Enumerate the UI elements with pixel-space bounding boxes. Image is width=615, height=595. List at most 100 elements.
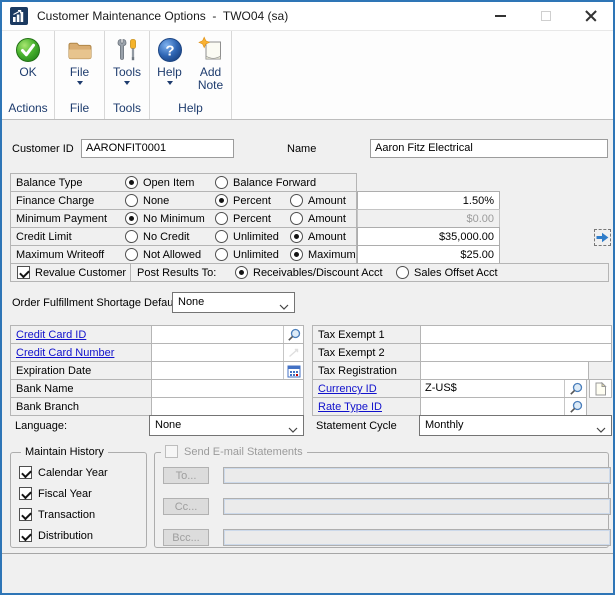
toolbar-spacer — [232, 31, 613, 119]
tools-menu-button[interactable]: Tools — [105, 36, 149, 85]
checkbox-label: Distribution — [38, 530, 93, 542]
fiscal-year-checkbox[interactable]: Fiscal Year — [19, 487, 92, 500]
rate-type-id-lookup-button[interactable] — [564, 398, 586, 415]
close-button[interactable] — [568, 2, 613, 30]
currency-id-link[interactable]: Currency ID — [318, 383, 377, 395]
bank-branch-row: Bank Branch — [10, 397, 304, 416]
expiration-date-calendar-button[interactable] — [283, 362, 303, 379]
credit-card-number-link[interactable]: Credit Card Number — [16, 347, 114, 359]
rate-type-id-link[interactable]: Rate Type ID — [318, 401, 382, 413]
radio-selected-icon — [235, 266, 248, 279]
minimum-payment-no-minimum-radio[interactable]: No Minimum — [125, 212, 205, 225]
name-field[interactable]: Aaron Fitz Electrical — [370, 139, 608, 158]
credit-card-id-link[interactable]: Credit Card ID — [16, 329, 86, 341]
currency-id-field[interactable]: Z-US$ — [420, 380, 586, 397]
radio-selected-icon — [215, 194, 228, 207]
calendar-icon — [287, 364, 301, 378]
help-menu-button[interactable]: ? Help — [150, 36, 190, 85]
file-menu-button[interactable]: File — [58, 36, 102, 85]
add-note-button[interactable]: AddNote — [190, 36, 232, 92]
send-email-statements-checkbox[interactable] — [165, 445, 178, 458]
send-email-statements-group: Send E-mail Statements To... Cc... Bcc..… — [154, 452, 609, 548]
revalue-customer-checkbox[interactable]: Revalue Customer — [17, 266, 126, 279]
rate-type-id-field[interactable] — [420, 398, 586, 415]
post-results-sales-offset-radio[interactable]: Sales Offset Acct — [396, 266, 498, 279]
credit-limit-value-field[interactable]: $35,000.00 — [357, 227, 500, 246]
maximum-writeoff-label: Maximum Writeoff — [16, 249, 104, 261]
balance-type-open-item-radio[interactable]: Open Item — [125, 176, 194, 189]
order-fulfillment-label: Order Fulfillment Shortage Default — [12, 297, 179, 309]
finance-charge-value-field[interactable]: 1.50% — [357, 191, 500, 210]
grayed-icon — [287, 346, 301, 360]
finance-charge-amount-radio[interactable]: Amount — [290, 194, 346, 207]
help-dropdown-arrow-icon — [167, 81, 173, 85]
expiration-date-field[interactable] — [151, 362, 303, 379]
finance-charge-none-radio[interactable]: None — [125, 194, 169, 207]
language-dropdown[interactable]: None — [149, 415, 304, 436]
close-icon — [585, 10, 597, 22]
customer-id-field[interactable]: AARONFIT0001 — [81, 139, 234, 158]
distribution-checkbox[interactable]: Distribution — [19, 529, 93, 542]
radio-label: No Minimum — [143, 213, 205, 225]
divider — [130, 264, 131, 281]
folder-icon — [66, 36, 94, 64]
chevron-down-icon — [596, 424, 606, 436]
tools-icon — [113, 36, 141, 64]
toolbar-group-help-label: Help — [178, 100, 203, 119]
credit-card-id-field[interactable] — [151, 326, 303, 343]
rate-type-id-row: Rate Type ID — [312, 397, 587, 416]
tax-exempt-2-field[interactable] — [420, 344, 611, 361]
order-fulfillment-dropdown[interactable]: None — [172, 292, 295, 313]
ok-button[interactable]: OK — [6, 36, 50, 79]
maximize-button[interactable] — [523, 2, 568, 30]
magnifier-icon — [569, 382, 583, 396]
statement-cycle-dropdown[interactable]: Monthly — [419, 415, 612, 436]
radio-icon — [125, 248, 138, 261]
bank-name-field[interactable] — [151, 380, 303, 397]
credit-card-number-field[interactable] — [151, 344, 303, 361]
currency-id-note-button[interactable] — [589, 379, 612, 398]
file-dropdown-arrow-icon — [77, 81, 83, 85]
svg-text:?: ? — [165, 43, 174, 60]
ok-button-label: OK — [19, 66, 36, 79]
file-button-label: File — [70, 66, 89, 79]
tax-registration-field[interactable] — [420, 362, 588, 379]
minimum-payment-percent-radio[interactable]: Percent — [215, 212, 271, 225]
minimum-payment-label: Minimum Payment — [16, 213, 107, 225]
blue-arrow-icon — [596, 231, 609, 244]
finance-charge-percent-radio[interactable]: Percent — [215, 194, 271, 207]
maximum-writeoff-row: Maximum Writeoff Not Allowed Unlimited M… — [10, 245, 357, 264]
radio-label: Not Allowed — [143, 249, 201, 261]
post-results-to-label: Post Results To: — [137, 267, 216, 279]
radio-icon — [290, 194, 303, 207]
radio-label: Unlimited — [233, 249, 279, 261]
name-label: Name — [287, 143, 316, 155]
checkbox-checked-icon — [19, 529, 32, 542]
post-results-receivables-radio[interactable]: Receivables/Discount Acct — [235, 266, 383, 279]
tax-registration-label: Tax Registration — [318, 365, 397, 377]
send-email-statements-header: Send E-mail Statements — [161, 445, 307, 458]
help-button-label: Help — [157, 66, 182, 79]
balance-type-balance-forward-radio[interactable]: Balance Forward — [215, 176, 316, 189]
maximum-writeoff-unlimited-radio[interactable]: Unlimited — [215, 248, 279, 261]
credit-limit-no-credit-radio[interactable]: No Credit — [125, 230, 189, 243]
toolbar-group-help: ? Help AddNote Help — [150, 31, 232, 119]
transaction-checkbox[interactable]: Transaction — [19, 508, 95, 521]
tax-exempt-1-field[interactable] — [420, 326, 611, 343]
minimize-button[interactable] — [478, 2, 523, 30]
credit-limit-amount-radio[interactable]: Amount — [290, 230, 346, 243]
credit-card-id-lookup-button[interactable] — [283, 326, 303, 343]
credit-limit-label: Credit Limit — [16, 231, 72, 243]
currency-id-lookup-button[interactable] — [564, 380, 586, 397]
maximum-writeoff-not-allowed-radio[interactable]: Not Allowed — [125, 248, 201, 261]
calendar-year-checkbox[interactable]: Calendar Year — [19, 466, 108, 479]
credit-limit-unlimited-radio[interactable]: Unlimited — [215, 230, 279, 243]
maximum-writeoff-value-field[interactable]: $25.00 — [357, 245, 500, 264]
checkbox-label: Transaction — [38, 509, 95, 521]
bank-branch-field[interactable] — [151, 398, 303, 415]
maximum-writeoff-maximum-radio[interactable]: Maximum — [290, 248, 356, 261]
minimum-payment-amount-radio[interactable]: Amount — [290, 212, 346, 225]
credit-limit-expansion-button[interactable] — [594, 229, 611, 246]
form-content: Customer ID AARONFIT0001 Name Aaron Fitz… — [2, 120, 613, 593]
tools-dropdown-arrow-icon — [124, 81, 130, 85]
